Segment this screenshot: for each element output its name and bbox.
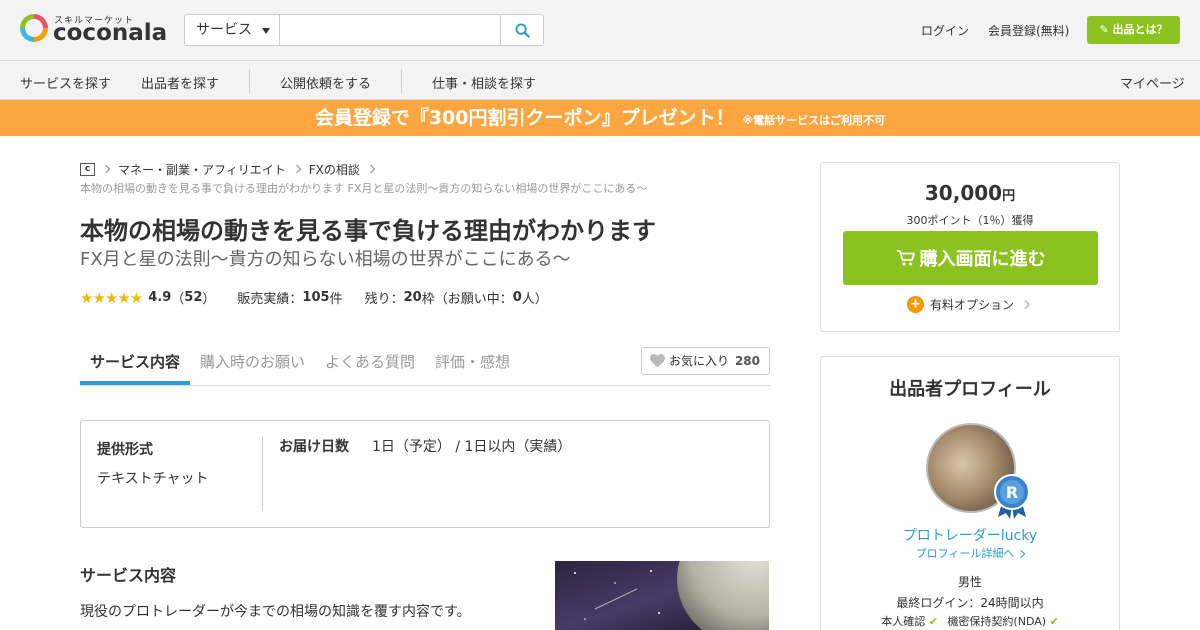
seller-profile-box: 出品者プロフィール R プロトレーダーlucky プロフィール詳細へ 男性 最終…: [820, 356, 1120, 630]
search-input[interactable]: [281, 15, 501, 45]
search-icon: [514, 22, 530, 38]
service-subtitle: FX月と星の法則～貴方の知らない相場の世界がここにある～: [80, 249, 571, 270]
login-link[interactable]: ログイン: [921, 22, 969, 39]
format-value: テキストチャット: [97, 471, 209, 487]
nav-divider: [401, 69, 402, 93]
pending-count: 0: [512, 290, 522, 305]
service-image[interactable]: [555, 561, 769, 630]
main-nav: サービスを探す 出品者を探す 公開依頼をする 仕事・相談を探す マイページ: [0, 61, 1200, 100]
nav-mypage[interactable]: マイページ: [1120, 73, 1185, 92]
seller-verifications: 本人確認 ✔ 機密保持契約(NDA) ✔: [821, 613, 1119, 629]
points-earned: 300ポイント（1％）獲得: [906, 214, 1034, 227]
seller-gender: 男性: [957, 575, 982, 589]
breadcrumb-item-category[interactable]: マネー・副業・アフィリエイト: [118, 161, 286, 178]
sales-unit: 件: [329, 292, 343, 307]
site-header: スキルマーケット coconala サービス ログイン 会員登録(無料) ✎ 出…: [0, 0, 1200, 61]
star-rating-icon: ★★★★★: [80, 288, 143, 307]
price-value: 30,000: [924, 181, 1003, 205]
tab-faq[interactable]: よくある質問: [325, 351, 415, 372]
tab-reviews[interactable]: 評価・感想: [435, 351, 510, 372]
pro-rank-badge-icon: R: [994, 474, 1030, 519]
chevron-right-icon: [292, 164, 302, 174]
active-tab-indicator: [80, 381, 190, 385]
verify-identity-label: 本人確認: [881, 615, 926, 628]
promo-banner-text: 会員登録で『300円割引クーポン』プレゼント！: [314, 107, 735, 129]
breadcrumb: c マネー・副業・アフィリエイト FXの相談: [80, 161, 383, 177]
search-button[interactable]: [500, 15, 543, 45]
sell-info-label: 出品とは？: [1112, 23, 1168, 36]
tab-service-content[interactable]: サービス内容: [90, 351, 180, 372]
breadcrumb-current: 本物の相場の動きを見る事で負ける理由がわかります FX月と星の法則～貴方の知らな…: [80, 182, 648, 195]
breadcrumb-item-subcategory[interactable]: FXの相談: [309, 161, 360, 178]
proceed-to-purchase-button[interactable]: 購入画面に進む: [843, 231, 1098, 285]
pencil-icon: ✎: [1099, 23, 1109, 36]
chevron-right-icon: [366, 164, 376, 174]
delivery-value: 1日（予定） / 1日以内（実績）: [372, 439, 572, 455]
chevron-right-icon: [101, 164, 111, 174]
home-icon[interactable]: c: [80, 162, 95, 176]
space-moon-image: [555, 561, 769, 630]
service-price: 30,000円: [821, 181, 1119, 205]
favorite-button[interactable]: お気に入り 280: [641, 347, 770, 375]
favorite-label: お気に入り: [669, 354, 730, 368]
logo-mark-icon: [20, 14, 48, 42]
check-icon: ✔: [928, 615, 938, 628]
service-stats: ★★★★★ 4.9 （52） 販売実績： 105 件 残り： 20 枠（お願い中： 0 人）: [80, 288, 548, 308]
seller-name[interactable]: プロトレーダーlucky: [821, 525, 1119, 545]
logo-wordmark: coconala: [53, 20, 168, 46]
proceed-to-purchase-label: 購入画面に進む: [919, 249, 1046, 270]
paid-options-label: 有料オプション: [930, 297, 1015, 312]
purchase-box: 30,000円 300ポイント（1％）獲得 購入画面に進む + 有料オプション: [820, 162, 1120, 332]
search-bar: サービス: [184, 14, 544, 46]
spec-divider: [262, 437, 263, 511]
format-label: 提供形式: [97, 442, 153, 458]
remaining-count: 20: [403, 290, 422, 305]
verify-nda-label: 機密保持契約(NDA): [947, 615, 1047, 628]
tab-purchase-requests[interactable]: 購入時のお願い: [200, 351, 305, 372]
cart-icon: [896, 250, 915, 266]
svg-text:R: R: [1006, 483, 1018, 502]
nav-find-sellers[interactable]: 出品者を探す: [141, 73, 219, 92]
chevron-right-icon: [1017, 549, 1026, 559]
rating-value: 4.9: [148, 290, 172, 305]
content-body: 現役のプロトレーダーが今までの相場の知識を覆す内容です。: [80, 604, 471, 620]
seller-last-login: 最終ログイン：24時間以内: [896, 596, 1044, 610]
price-currency: 円: [1002, 189, 1016, 204]
nav-divider: [249, 69, 250, 93]
review-count[interactable]: 52: [184, 290, 202, 305]
nav-find-jobs[interactable]: 仕事・相談を探す: [432, 73, 536, 92]
favorite-count: 280: [734, 354, 760, 368]
check-icon: ✔: [1049, 615, 1059, 628]
promo-banner[interactable]: 会員登録で『300円割引クーポン』プレゼント！ ※電話サービスはご利用不可: [0, 100, 1200, 136]
profile-detail-label: プロフィール詳細へ: [915, 547, 1015, 560]
rating-paren-close: ）: [202, 292, 216, 307]
remaining-mid: 枠（お願い中：: [421, 292, 513, 307]
sell-info-button[interactable]: ✎ 出品とは？: [1087, 16, 1180, 44]
service-spec-box: 提供形式 テキストチャット お届け日数 1日（予定） / 1日以内（実績）: [80, 420, 770, 528]
remaining-end: 人）: [521, 292, 548, 307]
register-link[interactable]: 会員登録(無料): [988, 22, 1069, 39]
caret-down-icon: [262, 28, 270, 34]
nav-find-services[interactable]: サービスを探す: [20, 73, 111, 92]
delivery-label: お届け日数: [279, 439, 349, 455]
content-heading: サービス内容: [80, 566, 177, 585]
plus-icon: +: [907, 295, 924, 313]
profile-detail-link[interactable]: プロフィール詳細へ: [821, 545, 1119, 561]
remaining-label: 残り：: [364, 292, 404, 307]
service-title: 本物の相場の動きを見る事で負ける理由がわかります: [80, 217, 656, 245]
rating-paren-open: （: [171, 292, 185, 307]
paid-options-link[interactable]: + 有料オプション: [907, 295, 1031, 313]
nav-post-request[interactable]: 公開依頼をする: [280, 73, 371, 92]
chevron-right-icon: [1020, 299, 1031, 309]
coconala-logo[interactable]: スキルマーケット coconala: [20, 12, 168, 48]
heart-icon: [650, 354, 665, 368]
sales-count: 105: [302, 290, 330, 305]
promo-banner-note: ※電話サービスはご利用不可: [742, 114, 886, 127]
sales-label: 販売実績：: [237, 292, 303, 307]
search-category-select[interactable]: サービス: [185, 15, 280, 45]
search-category-label: サービス: [196, 22, 252, 38]
seller-profile-title: 出品者プロフィール: [889, 379, 1051, 400]
